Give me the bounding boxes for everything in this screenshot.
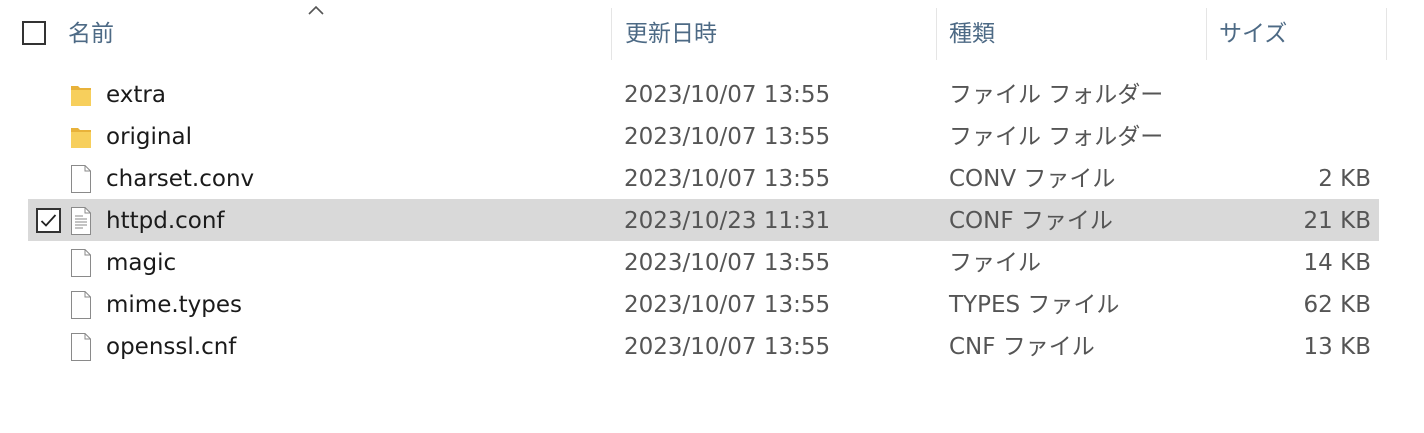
file-date-modified: 2023/10/07 13:55 <box>624 124 831 150</box>
file-row-extra[interactable]: extra 2023/10/07 13:55 ファイル フォルダー <box>28 73 1379 115</box>
file-name: httpd.conf <box>106 208 225 234</box>
file-size: 62 KB <box>1303 292 1371 318</box>
file-date-modified: 2023/10/07 13:55 <box>624 82 831 108</box>
column-header-bar: 名前 更新日時 種類 サイズ <box>0 0 1424 62</box>
folder-icon <box>71 86 91 106</box>
file-icon <box>71 291 91 319</box>
file-size: 14 KB <box>1303 250 1371 276</box>
file-icon <box>71 333 91 361</box>
file-icon <box>71 165 91 193</box>
row-checkbox[interactable] <box>36 208 61 233</box>
column-divider[interactable] <box>1386 8 1387 60</box>
column-header-size[interactable]: サイズ <box>1219 0 1384 62</box>
column-header-date-modified[interactable]: 更新日時 <box>625 0 935 62</box>
file-date-modified: 2023/10/07 13:55 <box>624 334 831 360</box>
folder-icon <box>71 128 91 148</box>
file-name: original <box>106 124 192 150</box>
file-row-charset-conv[interactable]: charset.conv 2023/10/07 13:55 CONV ファイル … <box>28 157 1379 199</box>
file-type: ファイル フォルダー <box>949 124 1164 150</box>
checkmark-icon <box>40 214 57 227</box>
file-name: charset.conv <box>106 166 255 192</box>
file-type: CONV ファイル <box>949 166 1116 192</box>
file-name: mime.types <box>106 292 243 318</box>
file-name: openssl.cnf <box>106 334 237 360</box>
file-size: 2 KB <box>1318 166 1371 192</box>
file-date-modified: 2023/10/23 11:31 <box>624 208 831 234</box>
file-row-openssl-cnf[interactable]: openssl.cnf 2023/10/07 13:55 CNF ファイル 13… <box>28 325 1379 367</box>
file-row-original[interactable]: original 2023/10/07 13:55 ファイル フォルダー <box>28 115 1379 157</box>
file-icon <box>71 249 91 277</box>
file-date-modified: 2023/10/07 13:55 <box>624 250 831 276</box>
file-type: CNF ファイル <box>949 334 1095 360</box>
column-divider[interactable] <box>611 8 612 60</box>
file-date-modified: 2023/10/07 13:55 <box>624 166 831 192</box>
file-type: ファイル <box>949 250 1041 276</box>
file-row-httpd-conf[interactable]: httpd.conf 2023/10/23 11:31 CONF ファイル 21… <box>28 199 1379 241</box>
file-type: TYPES ファイル <box>949 292 1120 318</box>
select-all-checkbox[interactable] <box>22 21 46 45</box>
column-divider[interactable] <box>1206 8 1207 60</box>
column-header-type[interactable]: 種類 <box>949 0 1204 62</box>
file-row-magic[interactable]: magic 2023/10/07 13:55 ファイル 14 KB <box>28 241 1379 283</box>
file-size: 13 KB <box>1303 334 1371 360</box>
column-header-name[interactable]: 名前 <box>68 0 608 62</box>
file-explorer-details-view: 名前 更新日時 種類 サイズ extra 2023/10/07 13:55 ファ… <box>0 0 1424 433</box>
column-divider[interactable] <box>936 8 937 60</box>
text-file-icon <box>71 207 91 235</box>
file-row-mime-types[interactable]: mime.types 2023/10/07 13:55 TYPES ファイル 6… <box>28 283 1379 325</box>
file-size: 21 KB <box>1303 208 1371 234</box>
file-name: magic <box>106 250 177 276</box>
file-name: extra <box>106 82 166 108</box>
file-type: CONF ファイル <box>949 208 1113 234</box>
file-date-modified: 2023/10/07 13:55 <box>624 292 831 318</box>
file-type: ファイル フォルダー <box>949 82 1164 108</box>
